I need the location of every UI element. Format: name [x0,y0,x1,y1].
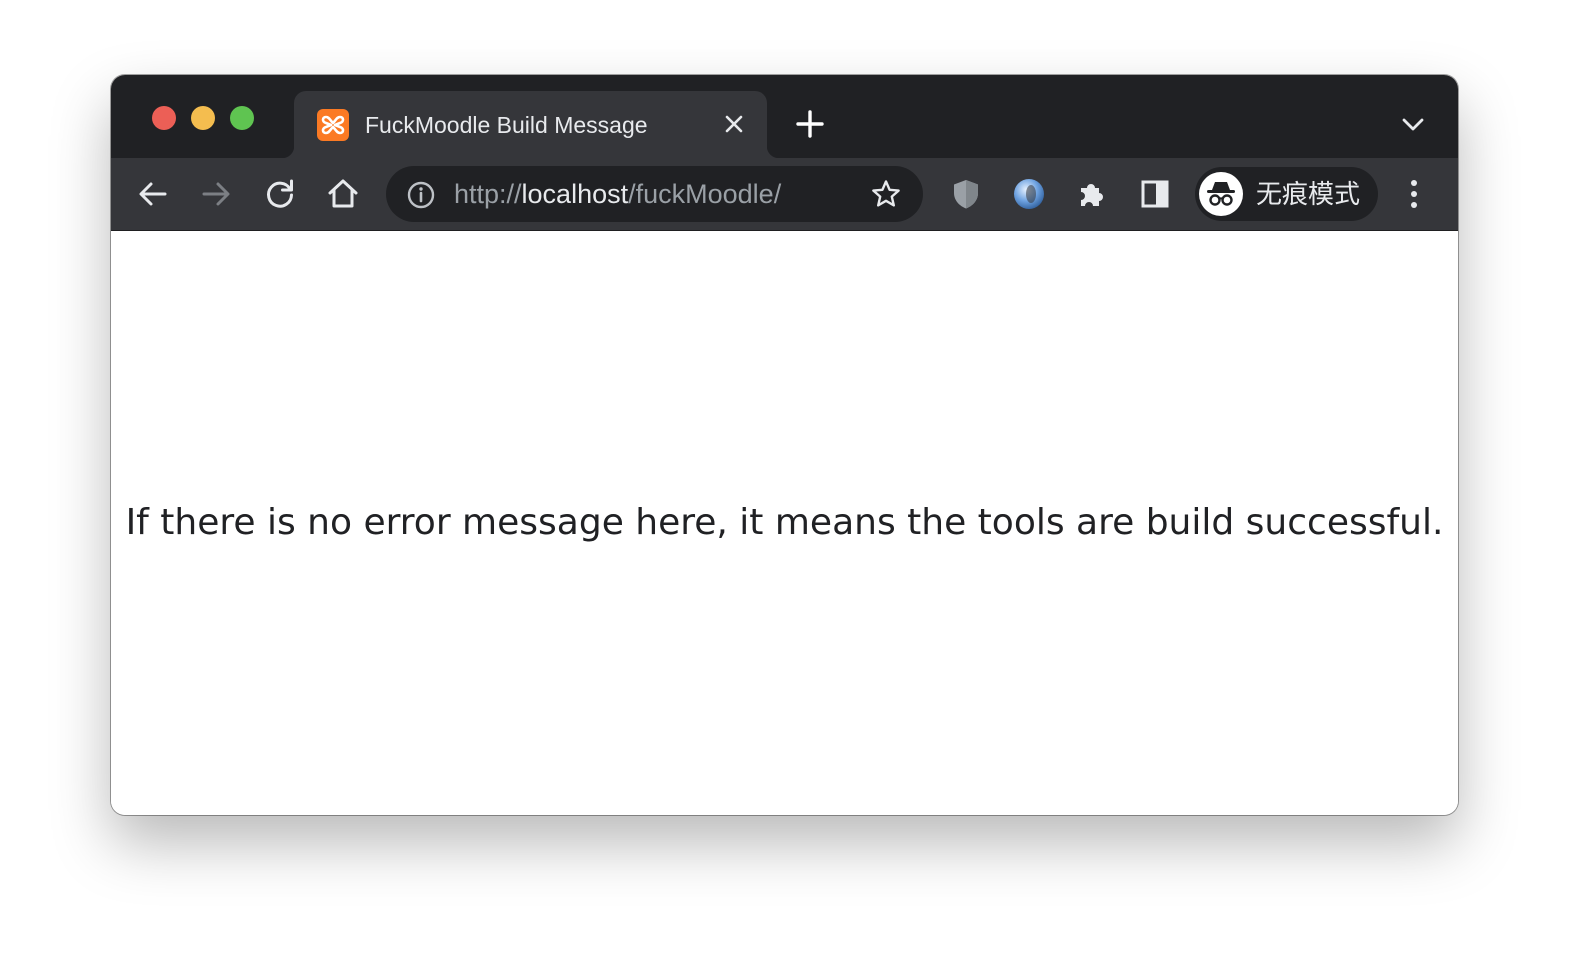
arrow-right-icon[interactable] [198,176,234,212]
reload-icon[interactable] [262,176,298,212]
tab-active[interactable]: FuckMoodle Build Message [282,91,779,158]
build-message: If there is no error message here, it me… [125,502,1444,543]
kebab-menu-icon[interactable] [1399,174,1429,214]
chevron-down-icon[interactable] [1399,113,1427,135]
url-host: localhost [521,179,629,209]
arrow-left-icon[interactable] [135,176,171,212]
side-panel-icon[interactable] [1137,176,1173,212]
plus-icon[interactable] [795,109,825,139]
minimize-window-button[interactable] [191,106,215,130]
address-bar[interactable]: http://localhost/fuckMoodle/ [386,166,923,222]
star-icon[interactable] [870,178,902,210]
page-content: If there is no error message here, it me… [111,231,1458,815]
profile-label: 无痕模式 [1256,180,1361,210]
url-path: /fuckMoodle/ [628,179,782,209]
orb-extension-icon[interactable] [1011,176,1047,212]
browser-window: FuckMoodle Build Message http://localhos… [111,75,1458,815]
incognito-profile-button[interactable]: 无痕模式 [1195,167,1378,221]
close-icon[interactable] [721,111,747,137]
info-icon[interactable] [406,180,436,210]
url-scheme: http:// [454,179,522,209]
toolbar: http://localhost/fuckMoodle/ 无痕模式 [111,158,1458,231]
home-icon[interactable] [325,176,361,212]
url-text: http://localhost/fuckMoodle/ [454,179,781,209]
close-window-button[interactable] [152,106,176,130]
tab-title: FuckMoodle Build Message [365,112,648,138]
zoom-window-button[interactable] [230,106,254,130]
incognito-icon [1199,172,1243,216]
xampp-icon [317,109,349,141]
shield-icon[interactable] [948,176,984,212]
tab-strip: FuckMoodle Build Message [111,75,1458,158]
puzzle-icon[interactable] [1074,176,1110,212]
